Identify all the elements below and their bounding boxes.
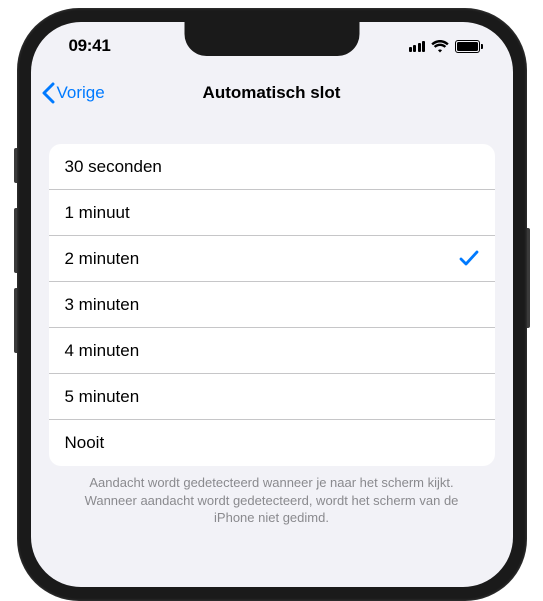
checkmark-icon [459, 250, 479, 268]
option-label: 4 minuten [65, 341, 140, 361]
option-never[interactable]: Nooit [49, 420, 495, 466]
option-label: Nooit [65, 433, 105, 453]
option-2-minutes[interactable]: 2 minuten [49, 236, 495, 282]
battery-icon [455, 40, 483, 53]
option-4-minutes[interactable]: 4 minuten [49, 328, 495, 374]
option-label: 5 minuten [65, 387, 140, 407]
option-1-minute[interactable]: 1 minuut [49, 190, 495, 236]
status-indicators [409, 40, 483, 53]
power-button [527, 228, 530, 328]
option-label: 3 minuten [65, 295, 140, 315]
mute-switch [14, 148, 17, 183]
cellular-signal-icon [409, 40, 426, 52]
option-5-minutes[interactable]: 5 minuten [49, 374, 495, 420]
options-list: 30 seconden 1 minuut 2 minuten 3 minuten [49, 144, 495, 466]
option-label: 1 minuut [65, 203, 130, 223]
status-time: 09:41 [69, 36, 111, 56]
volume-up-button [14, 208, 17, 273]
back-button[interactable]: Vorige [41, 82, 105, 104]
navigation-bar: Vorige Automatisch slot [31, 70, 513, 116]
back-label: Vorige [57, 83, 105, 103]
option-label: 30 seconden [65, 157, 162, 177]
option-3-minutes[interactable]: 3 minuten [49, 282, 495, 328]
device-frame: 09:41 [17, 8, 527, 601]
footer-description: Aandacht wordt gedetecteerd wanneer je n… [49, 466, 495, 527]
volume-down-button [14, 288, 17, 353]
page-title: Automatisch slot [203, 83, 341, 103]
screen: 09:41 [31, 22, 513, 587]
option-30-seconds[interactable]: 30 seconden [49, 144, 495, 190]
option-label: 2 minuten [65, 249, 140, 269]
chevron-left-icon [41, 82, 55, 104]
notch [184, 22, 359, 56]
wifi-icon [431, 40, 449, 53]
content-area: 30 seconden 1 minuut 2 minuten 3 minuten [31, 116, 513, 527]
